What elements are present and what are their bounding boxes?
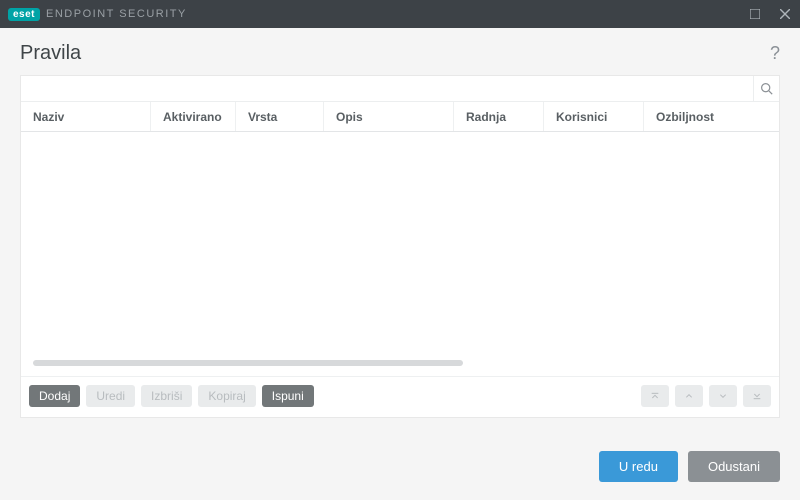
- list-toolbar: Dodaj Uredi Izbriši Kopiraj Ispuni: [21, 376, 779, 417]
- move-up-button: [675, 385, 703, 407]
- col-opis[interactable]: Opis: [324, 102, 454, 131]
- header: Pravila ?: [0, 28, 800, 75]
- edit-button: Uredi: [86, 385, 135, 407]
- col-radnja[interactable]: Radnja: [454, 102, 544, 131]
- table-body: [21, 132, 779, 376]
- col-korisnici[interactable]: Korisnici: [544, 102, 644, 131]
- col-naziv[interactable]: Naziv: [21, 102, 151, 131]
- help-icon[interactable]: ?: [770, 43, 780, 64]
- add-button[interactable]: Dodaj: [29, 385, 80, 407]
- ok-button[interactable]: U redu: [599, 451, 678, 482]
- search-row: [21, 76, 779, 102]
- rules-panel: Naziv Aktivirano Vrsta Opis Radnja Koris…: [20, 75, 780, 418]
- col-ozbiljnost[interactable]: Ozbiljnost: [644, 102, 779, 131]
- populate-button[interactable]: Ispuni: [262, 385, 314, 407]
- search-icon[interactable]: [753, 76, 779, 102]
- brand-logo: eset: [8, 8, 40, 21]
- minimize-icon[interactable]: [748, 7, 762, 21]
- dialog-footer: U redu Odustani: [0, 439, 800, 500]
- col-vrsta[interactable]: Vrsta: [236, 102, 324, 131]
- horizontal-scrollbar[interactable]: [33, 360, 463, 366]
- cancel-button[interactable]: Odustani: [688, 451, 780, 482]
- move-top-button: [641, 385, 669, 407]
- page-title: Pravila: [20, 42, 81, 65]
- close-icon[interactable]: [778, 7, 792, 21]
- table-header: Naziv Aktivirano Vrsta Opis Radnja Koris…: [21, 102, 779, 132]
- move-bottom-button: [743, 385, 771, 407]
- titlebar: eset ENDPOINT SECURITY: [0, 0, 800, 28]
- delete-button: Izbriši: [141, 385, 192, 407]
- copy-button: Kopiraj: [198, 385, 255, 407]
- move-down-button: [709, 385, 737, 407]
- search-input[interactable]: [21, 82, 753, 96]
- product-name: ENDPOINT SECURITY: [46, 8, 187, 20]
- col-aktivirano[interactable]: Aktivirano: [151, 102, 236, 131]
